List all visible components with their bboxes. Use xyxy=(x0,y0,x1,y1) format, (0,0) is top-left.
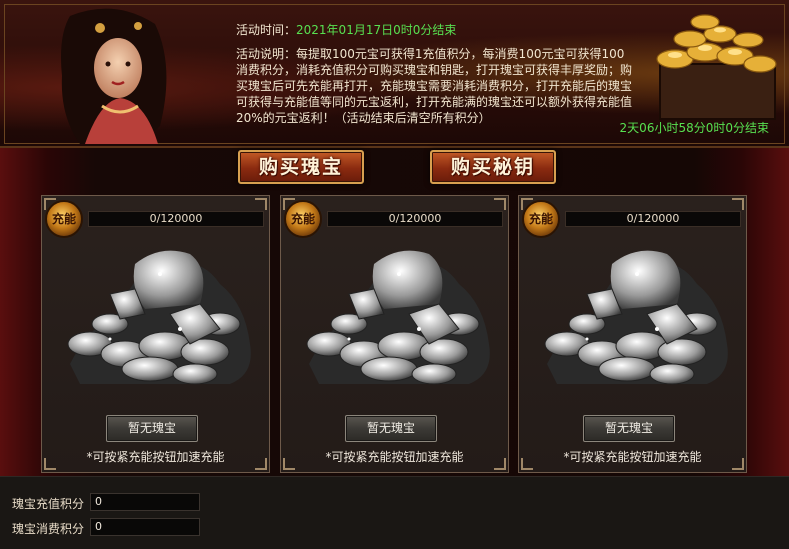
event-banner: 活动时间：2021年01月17日0时0分结束 活动说明：每提取100元宝可获得1… xyxy=(0,0,789,148)
countdown-timer: 2天06小时58分0时0分结束 xyxy=(619,121,769,135)
no-treasure-button[interactable]: 暂无瑰宝 xyxy=(106,415,198,442)
charge-progress-text: 0/120000 xyxy=(149,212,203,225)
buy-key-button[interactable]: 购买秘钥 xyxy=(430,150,556,184)
charge-progress-bar: 0/120000 xyxy=(565,211,741,227)
consume-score-field: 0 xyxy=(90,518,200,536)
event-info: 活动时间：2021年01月17日0时0分结束 活动说明：每提取100元宝可获得1… xyxy=(236,22,636,126)
silver-treasure-image xyxy=(306,250,490,385)
charge-hint: *可按紧充能按钮加速充能 xyxy=(86,450,225,464)
no-treasure-button[interactable]: 暂无瑰宝 xyxy=(583,415,675,442)
event-time-line: 活动时间：2021年01月17日0时0分结束 xyxy=(236,22,636,38)
charge-progress-bar: 0/120000 xyxy=(88,211,264,227)
event-desc-label: 活动说明： xyxy=(236,47,297,61)
charge-badge-button[interactable]: 充能 xyxy=(522,200,560,238)
treasure-panel: 充能 0/120000 暂无瑰宝 *可按紧充能按钮加速充能 xyxy=(280,195,509,473)
silver-treasure-image xyxy=(67,250,251,385)
buy-treasure-button[interactable]: 购买瑰宝 xyxy=(238,150,364,184)
event-description-line: 活动说明：每提取100元宝可获得1充值积分，每消费100元宝可获得100消费积分… xyxy=(236,46,636,126)
panel-corner xyxy=(255,198,267,210)
charge-progress-text: 0/120000 xyxy=(388,212,442,225)
panel-corner xyxy=(494,198,506,210)
no-treasure-button[interactable]: 暂无瑰宝 xyxy=(345,415,437,442)
charge-progress-text: 0/120000 xyxy=(626,212,680,225)
charge-progress-bar: 0/120000 xyxy=(327,211,503,227)
consume-score-label: 瑰宝消费积分 xyxy=(12,522,85,536)
treasure-panel: 充能 0/120000 暂无瑰宝 *可按紧充能按钮加速充能 xyxy=(518,195,747,473)
charge-hint: *可按紧充能按钮加速充能 xyxy=(563,450,702,464)
recharge-score-label: 瑰宝充值积分 xyxy=(12,497,85,511)
event-time-value: 2021年01月17日0时0分结束 xyxy=(296,23,457,37)
score-area: 瑰宝充值积分 0 瑰宝消费积分 0 xyxy=(0,476,789,549)
charge-hint: *可按紧充能按钮加速充能 xyxy=(325,450,464,464)
gold-ingots-image xyxy=(656,14,777,120)
heroine-portrait xyxy=(61,8,167,144)
charge-badge-button[interactable]: 充能 xyxy=(45,200,83,238)
silver-treasure-image xyxy=(544,250,728,385)
recharge-score-field: 0 xyxy=(90,493,200,511)
event-time-label: 活动时间： xyxy=(236,23,297,37)
panel-corner xyxy=(732,198,744,210)
charge-badge-button[interactable]: 充能 xyxy=(284,200,322,238)
event-description: 每提取100元宝可获得1充值积分，每消费100元宝可获得100消费积分，消耗充值… xyxy=(236,47,633,125)
treasure-panel: 充能 0/120000 暂无瑰宝 *可按紧充能按钮加速充能 xyxy=(41,195,270,473)
